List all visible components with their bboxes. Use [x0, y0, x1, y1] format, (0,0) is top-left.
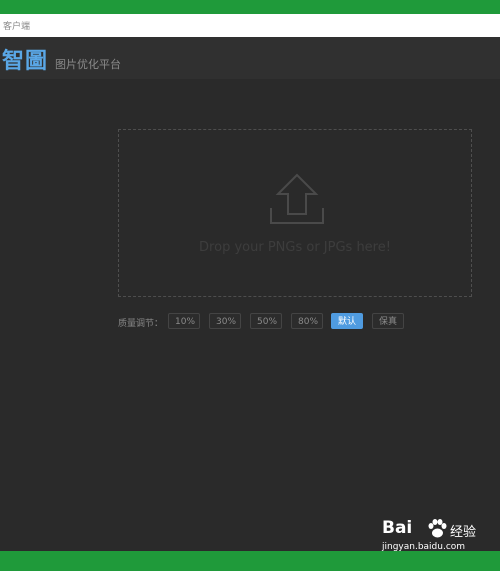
top-frame-bar	[0, 0, 500, 14]
quality-default-button[interactable]: 默认	[331, 313, 363, 329]
baidu-jingyan-watermark: Bai 经验 jingyan.baidu.com	[382, 518, 498, 556]
watermark-url: jingyan.baidu.com	[382, 542, 466, 552]
quality-lossless-button[interactable]: 保真	[372, 313, 404, 329]
paw-icon	[428, 519, 447, 538]
quality-50-button[interactable]: 50%	[250, 313, 282, 329]
watermark-brand-cn: 经验	[450, 525, 477, 540]
quality-10-button[interactable]: 10%	[168, 313, 200, 329]
window-title: 客户端	[3, 22, 31, 32]
watermark-brand: Bai	[382, 518, 413, 538]
quality-30-button[interactable]: 30%	[209, 313, 241, 329]
app-header: 智圖 图片优化平台	[0, 37, 500, 79]
upload-arrow-icon	[270, 173, 324, 224]
quality-80-button[interactable]: 80%	[291, 313, 323, 329]
drop-zone-text: Drop your PNGs or JPGs here!	[199, 240, 391, 255]
window-titlebar: 客户端	[0, 14, 500, 37]
app-logo: 智圖	[2, 49, 49, 74]
quality-label: 质量调节：	[118, 319, 164, 329]
app-subtitle: 图片优化平台	[55, 58, 121, 71]
